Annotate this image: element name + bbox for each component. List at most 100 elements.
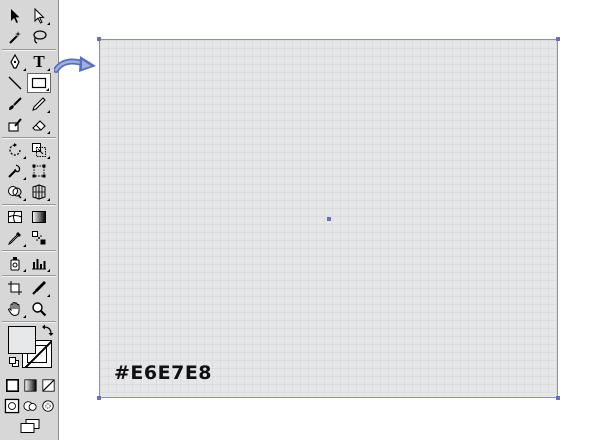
submenu-indicator [47,156,50,159]
blend-tool[interactable] [27,228,51,248]
column-graph-tool[interactable] [27,253,51,273]
rotate-icon [9,143,21,156]
symbol-sprayer-icon [10,257,20,271]
type-t-icon: T [33,52,45,71]
eyedropper-tool[interactable] [3,228,27,248]
tool-row [3,94,55,114]
pencil-tool[interactable] [27,94,51,114]
screen-mode-button[interactable] [18,418,42,434]
tool-row [3,278,55,298]
gradient-button[interactable] [21,375,39,395]
pen-tool[interactable] [3,52,27,72]
selection-handle[interactable] [97,37,101,41]
eraser-tool[interactable] [27,115,51,135]
direct-selection-arrow-icon [34,7,45,24]
submenu-indicator [47,22,50,25]
mesh-tool[interactable] [3,207,27,227]
tool-row [3,115,55,135]
paintbrush-icon [9,97,22,110]
none-button[interactable] [39,375,57,395]
slice-tool[interactable] [27,278,51,298]
magic-wand-tool[interactable] [3,27,27,47]
tool-row [3,253,55,273]
rectangle-icon [31,77,47,89]
tool-row [3,161,55,181]
selected-rectangle[interactable]: #E6E7E8 [97,37,560,400]
center-point-handle[interactable] [327,217,331,221]
tool-row [3,182,55,202]
color-mode-icon [5,378,19,392]
submenu-indicator [23,315,26,318]
pencil-icon [32,97,46,111]
toolbar-divider [2,321,56,323]
scale-tool[interactable] [27,140,51,160]
column-graph-icon [32,259,46,270]
toolbar-divider [2,137,56,139]
mesh-icon [8,211,22,223]
tool-row [3,228,55,248]
screen-mode-icon [20,419,40,433]
zoom-tool[interactable] [27,299,51,319]
artboard-icon [8,281,22,295]
tool-row [3,73,55,93]
selection-handle[interactable] [556,396,560,400]
blob-brush-icon [8,118,22,132]
lasso-icon [33,30,47,44]
perspective-grid-tool[interactable] [27,182,51,202]
swap-fill-stroke-icon[interactable] [42,324,54,336]
slice-knife-icon [32,281,46,295]
direct-selection-tool[interactable] [27,6,51,26]
tool-row [3,140,55,160]
draw-mode-row [3,396,57,416]
rotate-tool[interactable] [3,140,27,160]
draw-inside-button[interactable] [39,396,57,416]
tool-row [3,6,55,26]
color-button[interactable] [3,375,21,395]
gradient-mode-icon [23,378,37,392]
type-tool[interactable]: T [27,52,51,72]
fill-color-hex-label: #E6E7E8 [114,362,213,384]
symbol-sprayer-tool[interactable] [3,253,27,273]
selection-handle[interactable] [97,396,101,400]
fill-swatch[interactable] [8,326,36,354]
curved-arrow-icon [54,56,96,73]
submenu-indicator [47,198,50,201]
draw-normal-button[interactable] [3,396,21,416]
submenu-indicator [47,131,50,134]
free-transform-tool[interactable] [27,161,51,181]
shape-builder-icon [8,186,22,199]
line-segment-tool[interactable] [3,73,27,93]
warp-icon [8,164,21,178]
toolbar-divider [2,250,56,252]
blob-brush-tool[interactable] [3,115,27,135]
submenu-indicator [47,269,50,272]
shape-builder-tool[interactable] [3,182,27,202]
submenu-indicator [47,294,50,297]
hand-icon [7,301,20,317]
draw-behind-button[interactable] [21,396,39,416]
tool-row [3,299,55,319]
magnifier-icon [32,302,47,317]
magic-wand-icon [9,31,21,44]
submenu-indicator [23,269,26,272]
default-colors-icon[interactable] [9,357,19,367]
toolbar-divider [2,49,56,51]
gradient-tool[interactable] [27,207,51,227]
submenu-indicator [47,68,50,71]
rectangle-tool[interactable] [27,73,51,93]
artboard-tool[interactable] [3,278,27,298]
draw-behind-icon [23,401,37,411]
draw-normal-icon [4,398,20,414]
warp-tool[interactable] [3,161,27,181]
perspective-grid-icon [32,184,46,200]
selection-tool[interactable] [3,6,27,26]
line-segment-icon [8,76,22,90]
submenu-indicator [46,88,49,91]
hand-tool[interactable] [3,299,27,319]
lasso-tool[interactable] [27,27,51,47]
selection-arrow-icon [11,9,20,23]
submenu-indicator [23,156,26,159]
selection-handle[interactable] [556,37,560,41]
paintbrush-tool[interactable] [3,94,27,114]
eyedropper-icon [7,232,21,246]
